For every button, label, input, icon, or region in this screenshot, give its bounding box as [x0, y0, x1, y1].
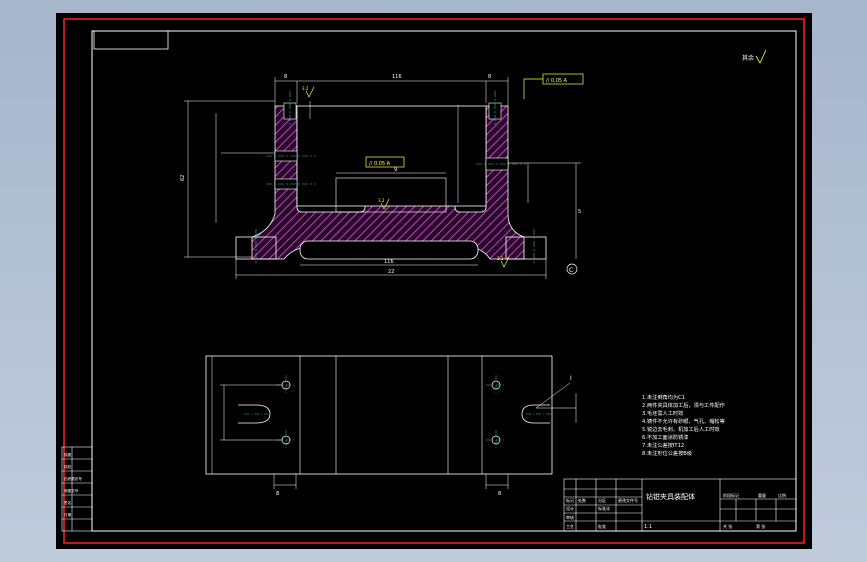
scale-value: 1:1	[644, 524, 652, 530]
svg-text:标准化: 标准化	[598, 505, 610, 511]
dim-slot-width: 9	[394, 167, 397, 173]
svg-text:标记: 标记	[566, 497, 574, 503]
plan-centerlines	[244, 375, 552, 450]
bottom-relief	[299, 240, 479, 260]
upper-cavity	[296, 105, 487, 207]
svg-text:设计: 设计	[566, 505, 574, 511]
svg-text:6.不加工面涂防锈漆: 6.不加工面涂防锈漆	[642, 433, 688, 441]
svg-text:批准: 批准	[598, 523, 606, 529]
svg-text:第 张: 第 张	[756, 523, 765, 529]
svg-text:更改文件号: 更改文件号	[618, 497, 638, 503]
svg-text:重量: 重量	[758, 492, 766, 498]
svg-text:旧底图总号: 旧底图总号	[64, 476, 82, 481]
svg-text:1.未注倒角均为C1: 1.未注倒角均为C1	[642, 393, 685, 401]
dim-right-height: 5	[578, 209, 581, 215]
plan-holes	[281, 380, 501, 445]
section-view: 8 116 8 62 116 22 9 5 // 0.05 A // 0.05 …	[180, 73, 584, 279]
surface-finish-note: 其余	[742, 49, 767, 64]
svg-text:4.铸件不允许有砂眼、气孔、缩松等: 4.铸件不允许有砂眼、气孔、缩松等	[642, 417, 725, 425]
plan-outline	[205, 355, 553, 475]
svg-text:7.未注公差按IT12: 7.未注公差按IT12	[642, 441, 684, 449]
svg-text:2.两件夹具体加工后，须与工件配作: 2.两件夹具体加工后，须与工件配作	[642, 401, 725, 409]
dim-base-inner: 116	[384, 259, 394, 265]
svg-text:日期: 日期	[64, 512, 72, 517]
svg-text:描图: 描图	[64, 452, 72, 457]
outer-frame	[63, 18, 805, 544]
plan-dimension-lines	[211, 356, 577, 489]
svg-text:// 0.05 A: // 0.05 A	[369, 161, 391, 167]
svg-text:描校: 描校	[64, 464, 72, 469]
dim-base-total: 22	[388, 269, 394, 275]
drawing-canvas[interactable]: 其余 8 116 8 62 116 22 9 5 // 0.05 A // 0.…	[56, 13, 812, 549]
svg-text:其余: 其余	[742, 54, 754, 62]
drawing-title: 钻钳夹具装配体	[646, 492, 695, 501]
svg-text:阶段标记: 阶段标记	[723, 492, 739, 498]
svg-text:处数: 处数	[578, 497, 586, 503]
svg-text:8.未注形位公差按B级: 8.未注形位公差按B级	[642, 449, 692, 457]
svg-text:比例: 比例	[778, 492, 786, 498]
svg-text:分区: 分区	[598, 497, 606, 503]
dim-height: 62	[180, 175, 186, 181]
corner-label-box	[93, 30, 169, 50]
svg-text:3.2: 3.2	[497, 256, 504, 261]
svg-text:签名: 签名	[64, 500, 72, 505]
datum-symbol: C	[566, 263, 578, 275]
svg-text:C: C	[569, 267, 573, 274]
title-block-text: 钻钳夹具装配体 标记 处数 分区 更改文件号 设计 标准化 审核 工艺 批准 阶…	[566, 492, 786, 530]
svg-text:3.2: 3.2	[378, 198, 385, 203]
technical-notes: 1.未注倒角均为C1 2.两件夹具体加工后，须与工件配作 3.毛坯需人工时效 4…	[642, 393, 725, 457]
flatness-callout-top: // 0.05 A	[523, 73, 584, 99]
dim-right-edge: 8	[488, 74, 491, 80]
plan-view: 8 8 I	[205, 355, 577, 497]
svg-text:共 张: 共 张	[723, 523, 732, 529]
plan-inner-lines	[299, 356, 483, 474]
svg-text:3.毛坯需人工时效: 3.毛坯需人工时效	[642, 409, 684, 417]
dim-width: 116	[392, 74, 402, 80]
svg-text:// 0.05 A: // 0.05 A	[546, 78, 568, 84]
plan-dim-b: 8	[498, 491, 501, 497]
svg-text:底图总号: 底图总号	[64, 488, 79, 493]
svg-text:审核: 审核	[566, 514, 574, 520]
svg-text:工艺: 工艺	[566, 524, 574, 529]
leader-label: I	[570, 375, 572, 382]
dim-left-edge: 8	[284, 74, 287, 80]
svg-text:5.锐边去毛刺，机加工后人工时效: 5.锐边去毛刺，机加工后人工时效	[642, 425, 720, 433]
plan-dim-a: 8	[276, 491, 279, 497]
cad-drawing: 其余 8 116 8 62 116 22 9 5 // 0.05 A // 0.…	[61, 18, 805, 544]
svg-text:3.2: 3.2	[302, 86, 309, 91]
